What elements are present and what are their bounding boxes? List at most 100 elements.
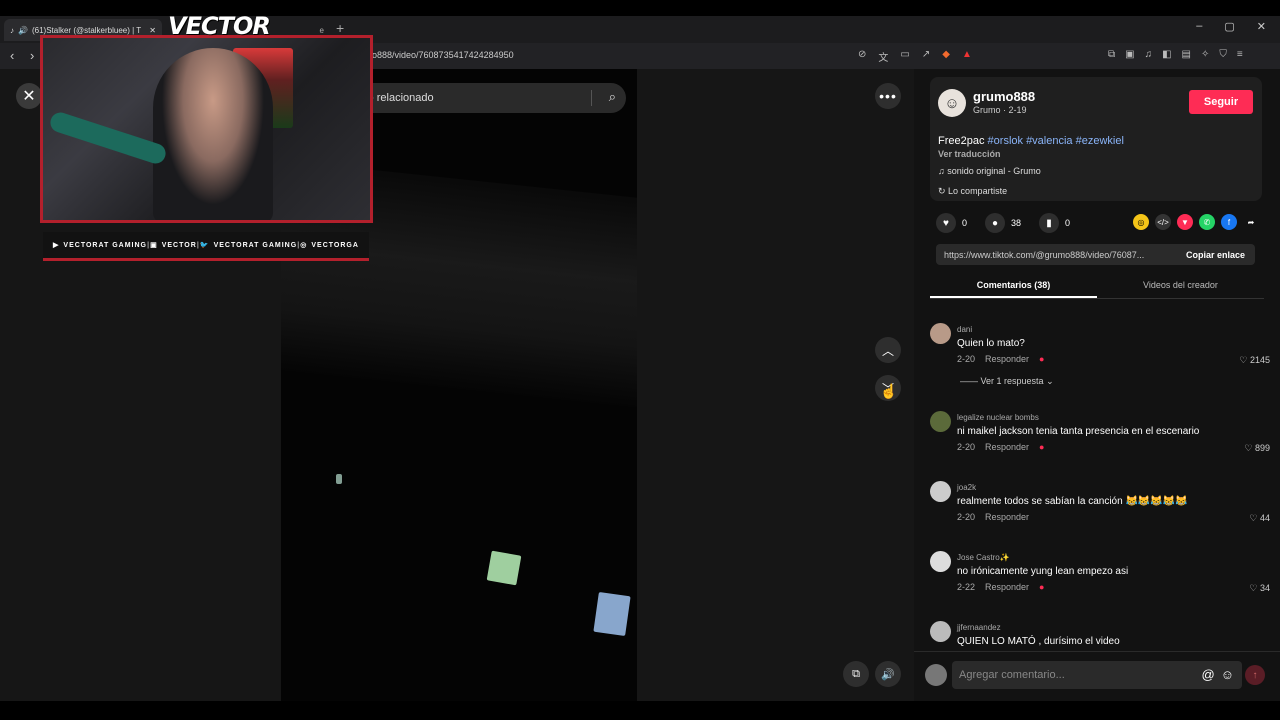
forward-icon[interactable]: ›: [30, 48, 34, 63]
comment-text: Quien lo mato?: [957, 338, 1025, 349]
comment-like[interactable]: ♡ 44: [1249, 513, 1270, 524]
search-icon[interactable]: ⌕: [609, 89, 616, 105]
embed-icon[interactable]: </>: [1155, 214, 1171, 230]
volume-button[interactable]: 🔊: [875, 661, 901, 687]
comment-meta: 2-20 Responder ●: [957, 442, 1044, 452]
send-icon[interactable]: ▼: [1177, 214, 1193, 230]
reply-button[interactable]: Responder: [985, 354, 1029, 364]
close-video-button[interactable]: ✕: [16, 83, 42, 109]
reply-button[interactable]: Responder: [985, 512, 1029, 522]
new-tab-button[interactable]: +: [336, 20, 344, 36]
comment-count: 38: [1011, 218, 1022, 228]
leo-icon[interactable]: ✧: [1201, 49, 1209, 60]
mention-icon[interactable]: @: [1202, 667, 1215, 682]
social-youtube: ▶ VECTORAT GAMING: [53, 241, 147, 250]
url-text[interactable]: o888/video/7608735417424284950: [372, 50, 514, 60]
vpn-icon[interactable]: ⛉: [1219, 49, 1227, 60]
tab-comments[interactable]: Comentarios (38): [930, 275, 1097, 298]
search-input[interactable]: ido relacionado ⌕: [345, 83, 626, 113]
extensions-icon[interactable]: ⧉: [1108, 49, 1115, 60]
comment-action[interactable]: ● 38: [985, 213, 1021, 233]
comment-item: legalize nuclear bombs ni maikel jackson…: [930, 407, 1270, 477]
video-link-url: https://www.tiktok.com/@grumo888/video/7…: [944, 249, 1145, 260]
hand-cursor-icon: ☝: [880, 383, 898, 399]
reply-button[interactable]: Responder: [985, 442, 1029, 452]
tiktok-favicon-icon: ♪: [10, 25, 14, 35]
chevron-down-icon: ⌄: [1043, 376, 1054, 386]
social-label: VECTORAT GAMING: [213, 241, 298, 249]
video-link[interactable]: https://www.tiktok.com/@grumo888/video/7…: [936, 244, 1255, 265]
send-comment-button[interactable]: ↑: [1245, 665, 1265, 685]
comment-placeholder: Agregar comentario...: [959, 669, 1065, 681]
creator-username[interactable]: grumo888: [973, 89, 1035, 104]
commenter-avatar[interactable]: [930, 411, 951, 432]
sound-link[interactable]: ♫ sonido original - Grumo: [938, 166, 1041, 176]
minimize-button[interactable]: –: [1196, 20, 1202, 33]
coin-icon[interactable]: ◎: [1133, 214, 1149, 230]
comment-date: 2-20: [957, 354, 976, 364]
comment-text: ni maikel jackson tenia tanta presencia …: [957, 426, 1200, 437]
streamer-figure: [153, 48, 273, 220]
comment-composer: Agregar comentario... @ ☺ ↑: [914, 651, 1280, 701]
commenter-avatar[interactable]: [930, 551, 951, 572]
screenshot-icon[interactable]: ▣: [1125, 49, 1134, 60]
maximize-button[interactable]: ▢: [1224, 20, 1234, 33]
copy-link-button[interactable]: Copiar enlace: [1186, 250, 1245, 260]
comment-input[interactable]: Agregar comentario... @ ☺: [952, 661, 1242, 689]
panel-tabs: Comentarios (38) Videos del creador: [930, 275, 1264, 299]
sidebar-icon[interactable]: ◧: [1162, 49, 1171, 60]
commenter-name[interactable]: dani: [957, 325, 972, 334]
emoji-icon[interactable]: ☺: [1221, 667, 1234, 682]
replies-label: Ver 1 respuesta: [980, 376, 1044, 386]
phone-screen: [593, 591, 631, 637]
view-replies-button[interactable]: —— Ver 1 respuesta ⌄: [960, 376, 1054, 387]
cast-icon[interactable]: ▭: [900, 49, 909, 64]
pip-button[interactable]: ⧉: [843, 661, 869, 687]
follow-button[interactable]: Seguir: [1189, 90, 1253, 114]
commenter-name[interactable]: legalize nuclear bombs: [957, 413, 1039, 422]
twitch-icon: ▣: [150, 242, 158, 249]
search-divider: [591, 90, 592, 106]
comment-like[interactable]: ♡ 899: [1244, 443, 1270, 454]
commenter-avatar[interactable]: [930, 621, 951, 642]
comment-text: realmente todos se sabían la canción 😹😹😹…: [957, 496, 1188, 507]
rewards-icon[interactable]: ▲: [962, 49, 972, 64]
back-icon[interactable]: ‹: [10, 48, 14, 63]
tab-close-icon[interactable]: ✕: [149, 26, 156, 35]
reply-button[interactable]: Responder: [985, 582, 1029, 592]
forward-share-icon[interactable]: ➦: [1243, 214, 1259, 230]
social-twitch: ▣ VECTOR: [150, 241, 197, 250]
commenter-name[interactable]: joa2k: [957, 483, 976, 492]
like-action[interactable]: ♥ 0: [936, 213, 967, 233]
see-translation-link[interactable]: Ver traducción: [938, 149, 1001, 159]
whatsapp-icon[interactable]: ✆: [1199, 214, 1215, 230]
hashtags[interactable]: #orslok #valencia #ezewkiel: [988, 135, 1124, 147]
brave-shield-icon[interactable]: ◆: [942, 49, 950, 64]
commenter-name[interactable]: Jose Castro✨: [957, 553, 1010, 562]
comment-like[interactable]: ♡ 2145: [1239, 355, 1270, 366]
menu-icon[interactable]: ≡: [1237, 49, 1243, 60]
extension-icons: ⧉ ▣ ♫ ◧ ▤ ✧ ⛉ ≡: [1108, 49, 1243, 60]
translate-icon[interactable]: 文: [878, 49, 888, 64]
close-window-button[interactable]: ✕: [1257, 20, 1266, 33]
share-page-icon[interactable]: ↗: [922, 49, 930, 64]
creator-avatar[interactable]: ☺: [938, 89, 966, 117]
music-icon[interactable]: ♫: [1145, 49, 1153, 60]
more-options-button[interactable]: •••: [875, 83, 901, 109]
heart-outline-icon: ♡: [1244, 443, 1255, 453]
no-tracking-icon[interactable]: ⊘: [858, 49, 866, 64]
previous-video-button[interactable]: ︿: [875, 337, 901, 363]
action-bar: ♥ 0 ● 38 ▮ 0: [936, 213, 1078, 233]
heart-outline-icon: ♡: [1239, 355, 1250, 365]
save-action[interactable]: ▮ 0: [1039, 213, 1070, 233]
commenter-avatar[interactable]: [930, 481, 951, 502]
tab-creator-videos[interactable]: Videos del creador: [1097, 275, 1264, 298]
pip-icon: ⧉: [852, 667, 860, 680]
comment-like[interactable]: ♡ 34: [1249, 583, 1270, 594]
share-icons: ◎ </> ▼ ✆ f ➦: [1133, 214, 1259, 230]
commenter-avatar[interactable]: [930, 323, 951, 344]
facebook-icon[interactable]: f: [1221, 214, 1237, 230]
wallet-icon[interactable]: ▤: [1182, 49, 1191, 60]
social-twitter: 🐦 VECTORAT GAMING: [200, 241, 298, 250]
commenter-name[interactable]: jjfernaandez: [957, 623, 1001, 632]
